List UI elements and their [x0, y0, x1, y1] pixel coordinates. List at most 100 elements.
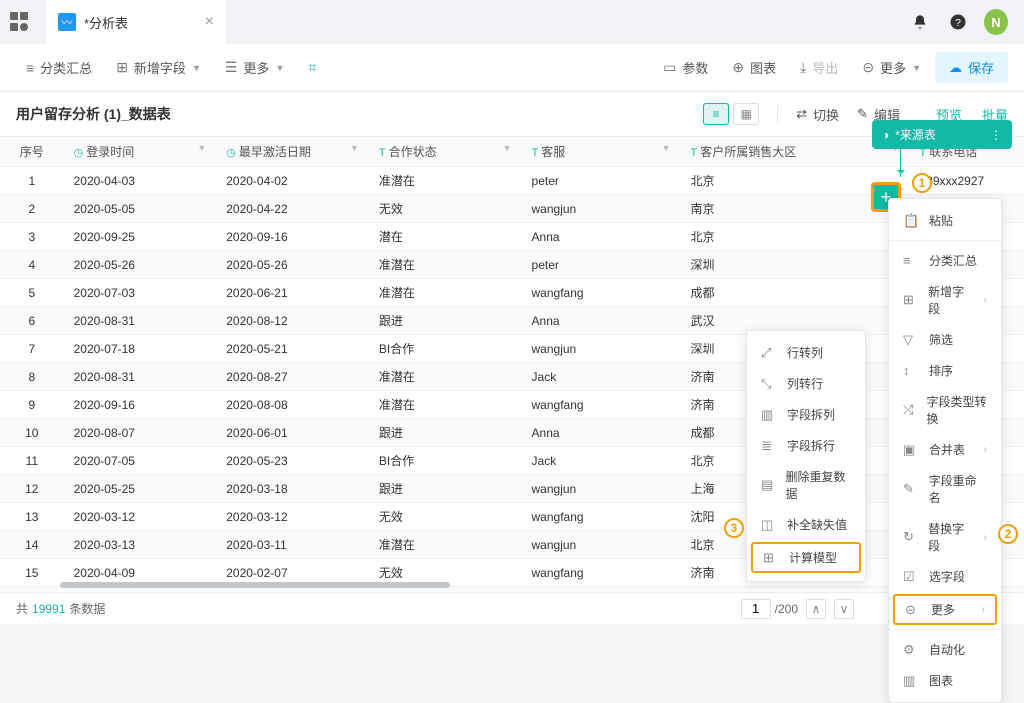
params-button[interactable]: ▭参数 — [653, 52, 718, 83]
table-row[interactable]: 112020-07-052020-05-23BI合作Jack北京 — [0, 447, 1024, 475]
replace-icon: ↻ — [903, 529, 918, 545]
page-title: 用户留存分析 (1)_数据表 — [16, 104, 171, 124]
addfield-icon: ⊞ — [116, 59, 128, 76]
menu-automation[interactable]: ⚙自动化 — [889, 634, 1001, 665]
fillna-icon: ◫ — [761, 517, 777, 533]
app-menu-button[interactable] — [10, 12, 30, 32]
group-icon: ≡ — [26, 60, 34, 76]
menu-dedup[interactable]: ▤删除重复数据 — [747, 461, 865, 509]
sort-icon: ↕ — [903, 363, 919, 378]
table-row[interactable]: 52020-07-032020-06-21准潜在wangfang成都182xxx… — [0, 279, 1024, 307]
user-avatar[interactable]: N — [984, 10, 1008, 34]
menu-replace[interactable]: ↻替换字段› — [889, 513, 1001, 561]
table-row[interactable]: 132020-03-122020-03-12无效wangfang沈阳 — [0, 503, 1024, 531]
col-login-time[interactable]: ◷登录时间▼ — [64, 137, 217, 167]
menu-coltorow[interactable]: ⤡列转行 — [747, 368, 865, 399]
export-icon: ⤓ — [800, 59, 806, 76]
total-prefix: 共 — [16, 600, 28, 617]
row-count: 19991 — [32, 602, 65, 616]
col-status[interactable]: T合作状态▼ — [369, 137, 522, 167]
text-icon: T — [691, 147, 698, 159]
params-icon: ▭ — [663, 59, 676, 76]
formula-button[interactable]: ⌗ — [298, 53, 326, 82]
source-label: *来源表 — [895, 126, 936, 143]
next-page-button[interactable]: ∨ — [834, 599, 854, 619]
table-row[interactable]: 32020-09-252020-09-16潜在Anna北京138xxx6943 — [0, 223, 1024, 251]
col-activate-date[interactable]: ◷最早激活日期▼ — [216, 137, 369, 167]
table-row[interactable]: 122020-05-252020-03-18跟进wangjun上海 — [0, 475, 1024, 503]
more-icon: ☰ — [225, 59, 238, 76]
merge-icon: ▣ — [903, 442, 919, 458]
list-view-button[interactable]: ≡ — [703, 103, 729, 125]
menu-typeconv[interactable]: ⤭字段类型转换 — [889, 386, 1001, 434]
group-summary-button[interactable]: ≡分类汇总 — [16, 52, 102, 83]
menu-rename[interactable]: ✎字段重命名 — [889, 465, 1001, 513]
menu-splitrow[interactable]: ≣字段拆行 — [747, 430, 865, 461]
tab-close-button[interactable]: × — [205, 13, 214, 31]
callout-1: 1 — [912, 173, 932, 193]
current-tab[interactable]: 〰 *分析表 × — [46, 0, 226, 44]
callout-3: 3 — [724, 518, 744, 538]
coltorow-icon: ⤡ — [761, 376, 777, 392]
more-tools-button[interactable]: ☰更多▼ — [215, 52, 295, 83]
export-button[interactable]: ⤓导出 — [790, 52, 848, 83]
source-more-button[interactable]: ⋮ — [990, 128, 1002, 142]
table-row[interactable]: 42020-05-262020-05-26准潜在peter深圳185xxx877… — [0, 251, 1024, 279]
addfield-icon: ⊞ — [903, 292, 918, 308]
menu-filter[interactable]: ▽筛选 — [889, 324, 1001, 355]
context-menu-operations: 📋粘贴 ≡分类汇总 ⊞新增字段› ▽筛选 ↕排序 ⤭字段类型转换 ▣合并表› ✎… — [888, 198, 1002, 703]
select-icon: ☑ — [903, 569, 919, 585]
help-icon[interactable]: ? — [946, 10, 970, 34]
menu-sort[interactable]: ↕排序 — [889, 355, 1001, 386]
menu-group[interactable]: ≡分类汇总 — [889, 245, 1001, 276]
splitcol-icon: ▥ — [761, 407, 777, 423]
save-button[interactable]: ☁保存 — [935, 52, 1008, 83]
prev-page-button[interactable]: ∧ — [806, 599, 826, 619]
paste-icon: 📋 — [903, 213, 919, 229]
menu-chart[interactable]: ▥图表 — [889, 665, 1001, 696]
chart-icon: ▥ — [903, 673, 919, 689]
more-button[interactable]: ⊝更多▼ — [852, 52, 931, 83]
chart-icon: ⊕ — [732, 59, 744, 76]
menu-fillna[interactable]: ◫补全缺失值 — [747, 509, 865, 540]
table-row[interactable]: 142020-03-132020-03-11准潜在wangjun北京 — [0, 531, 1024, 559]
grid-view-button[interactable]: ▦ — [733, 103, 759, 125]
menu-calcmodel[interactable]: ⊞计算模型 — [751, 542, 861, 573]
col-index[interactable]: 序号 — [0, 137, 64, 167]
clock-icon: ◷ — [74, 147, 84, 159]
menu-rowtocol[interactable]: ⤢行转列 — [747, 337, 865, 368]
table-row[interactable]: 62020-08-312020-08-12跟进Anna武汉138xxx3702 — [0, 307, 1024, 335]
table-row[interactable]: 12020-04-032020-04-02准潜在peter北京189xxx292… — [0, 167, 1024, 195]
chart-button[interactable]: ⊕图表 — [722, 52, 786, 83]
menu-select[interactable]: ☑选字段 — [889, 561, 1001, 592]
clock-icon: ◷ — [226, 147, 236, 159]
more-icon: ⊝ — [905, 602, 921, 618]
menu-merge[interactable]: ▣合并表› — [889, 434, 1001, 465]
save-icon: ☁ — [949, 60, 962, 76]
table-row[interactable]: 22020-05-052020-04-22无效wangjun南京188xxx97… — [0, 195, 1024, 223]
menu-more[interactable]: ⊝更多› — [893, 594, 997, 625]
rowtocol-icon: ⤢ — [761, 345, 777, 361]
table-row[interactable]: 102020-08-072020-06-01跟进Anna成都 — [0, 419, 1024, 447]
add-field-button[interactable]: ⊞新增字段▼ — [106, 52, 211, 83]
more2-icon: ⊝ — [862, 59, 874, 76]
svg-text:?: ? — [955, 17, 961, 29]
table-row[interactable]: 92020-09-162020-08-08准潜在wangfang济南 — [0, 391, 1024, 419]
switch-button[interactable]: ⇄切换 — [796, 105, 839, 124]
callout-2: 2 — [998, 524, 1018, 544]
splitrow-icon: ≣ — [761, 438, 777, 454]
source-table-node[interactable]: ◑ *来源表 ⋮ — [872, 120, 1012, 149]
horizontal-scrollbar[interactable] — [60, 582, 450, 588]
menu-splitcol[interactable]: ▥字段拆列 — [747, 399, 865, 430]
notification-icon[interactable] — [908, 10, 932, 34]
formula-icon: ⌗ — [308, 59, 316, 76]
filter-icon: ▽ — [903, 332, 919, 348]
table-row[interactable]: 82020-08-312020-08-27准潜在Jack济南 — [0, 363, 1024, 391]
data-table: 序号 ◷登录时间▼ ◷最早激活日期▼ T合作状态▼ T客服▼ T客户所属销售大区… — [0, 136, 1024, 592]
menu-paste[interactable]: 📋粘贴 — [889, 205, 1001, 236]
calcmodel-icon: ⊞ — [763, 550, 779, 566]
menu-addfield[interactable]: ⊞新增字段› — [889, 276, 1001, 324]
col-customer-service[interactable]: T客服▼ — [522, 137, 681, 167]
page-input[interactable] — [741, 599, 771, 619]
table-row[interactable]: 72020-07-182020-05-21BI合作wangjun深圳 — [0, 335, 1024, 363]
